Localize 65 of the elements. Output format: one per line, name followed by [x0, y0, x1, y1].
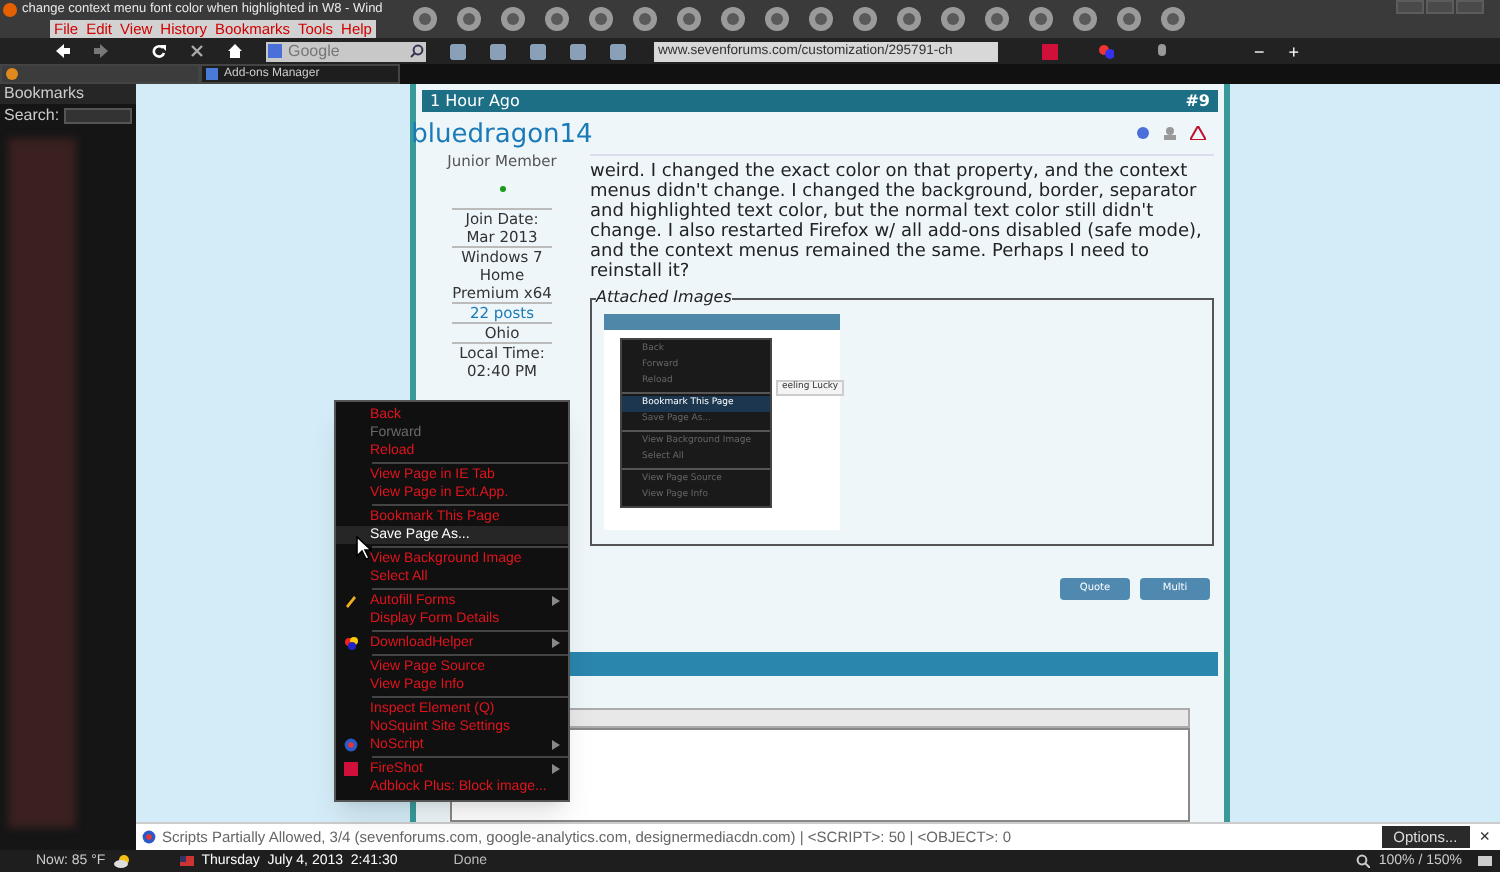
- submenu-arrow-icon: [552, 596, 560, 606]
- submenu-arrow-icon: [552, 638, 560, 648]
- close-button[interactable]: ×: [1475, 826, 1494, 848]
- toolbar-circle-icon[interactable]: [412, 6, 438, 32]
- toolbar-circle-icon[interactable]: [500, 6, 526, 32]
- user-icon[interactable]: [1162, 126, 1178, 140]
- toolbar-circle-icon[interactable]: [1160, 6, 1186, 32]
- submenu-arrow-icon: [552, 740, 560, 750]
- sun-cloud-icon: [113, 854, 132, 868]
- tab-icon: [6, 68, 18, 80]
- toolbar-circle-icon[interactable]: [1072, 6, 1098, 32]
- noscript-icon: [142, 830, 156, 844]
- toolbar-circle-icon[interactable]: [896, 6, 922, 32]
- post-time: 1 Hour Ago: [430, 91, 520, 111]
- tab-icon: [206, 68, 218, 80]
- toolbar-circle-icon[interactable]: [720, 6, 746, 32]
- toolbar-circle-icon[interactable]: [1028, 6, 1054, 32]
- toolbar-circle-icon[interactable]: [676, 6, 702, 32]
- toolbar-circle-icon[interactable]: [940, 6, 966, 32]
- toolbar-circle-icon[interactable]: [764, 6, 790, 32]
- addon-icon[interactable]: [490, 43, 506, 59]
- forward-icon[interactable]: [94, 44, 108, 58]
- addon-icon[interactable]: [610, 43, 626, 59]
- back-icon[interactable]: [56, 44, 70, 58]
- zoom-icon: [1356, 854, 1371, 868]
- submenu-arrow-icon: [552, 764, 560, 774]
- flame-icon: [2, 2, 18, 18]
- post-text: weird. I changed the exact color on that property, and the context menus didn't change. I changed the background, border, separator and highlighted text color, but the normal text color still didn't change. I also restarted Firefox w/ all add-ons disabled (safe mode), and the context menus remained the same. Perhaps I need to reinstall it?: [590, 162, 1204, 282]
- toolbar-circle-icon[interactable]: [984, 6, 1010, 32]
- globe-icon: [344, 738, 358, 752]
- square-icon: [344, 762, 358, 776]
- addon-icon[interactable]: [450, 43, 466, 59]
- fireshot-icon[interactable]: [1042, 43, 1058, 59]
- toolbar-circle-icon[interactable]: [632, 6, 658, 32]
- balls-icon: [344, 636, 358, 650]
- home-icon[interactable]: [228, 44, 242, 58]
- engine-icon: [268, 44, 282, 58]
- stop-icon[interactable]: [190, 44, 204, 58]
- addon-icon[interactable]: [570, 43, 586, 59]
- search-icon: [410, 44, 424, 58]
- microphone-icon[interactable]: [1154, 43, 1170, 59]
- flag-icon: [179, 856, 194, 866]
- search-label: Search:: [4, 105, 60, 125]
- status-box-icon: [1478, 856, 1492, 866]
- mouse-cursor-icon: [356, 536, 372, 560]
- search-field[interactable]: Google: [266, 41, 426, 61]
- sidebar-title: Bookmarks: [0, 84, 136, 104]
- warning-icon[interactable]: [1190, 126, 1206, 140]
- addon-icon[interactable]: [530, 43, 546, 59]
- zoom-in-button[interactable]: +: [1288, 41, 1300, 61]
- toolbar-circle-icon[interactable]: [808, 6, 834, 32]
- reload-icon[interactable]: [152, 44, 166, 58]
- toolbar-circle-icon[interactable]: [544, 6, 570, 32]
- zoom-out-button[interactable]: −: [1254, 41, 1265, 61]
- toolbar-circle-icon[interactable]: [588, 6, 614, 32]
- toolbar-circle-icon[interactable]: [852, 6, 878, 32]
- online-status-icon: [1136, 126, 1150, 140]
- pencil-icon: [344, 594, 358, 608]
- sidebar-search-field[interactable]: [63, 107, 132, 123]
- toolbar-circle-icon[interactable]: [456, 6, 482, 32]
- balls-icon[interactable]: [1098, 43, 1114, 59]
- attachments-label: Attached Images: [596, 288, 732, 308]
- post-number: #9: [1185, 91, 1210, 111]
- toolbar-circle-icon[interactable]: [1116, 6, 1142, 32]
- tab[interactable]: [0, 64, 200, 84]
